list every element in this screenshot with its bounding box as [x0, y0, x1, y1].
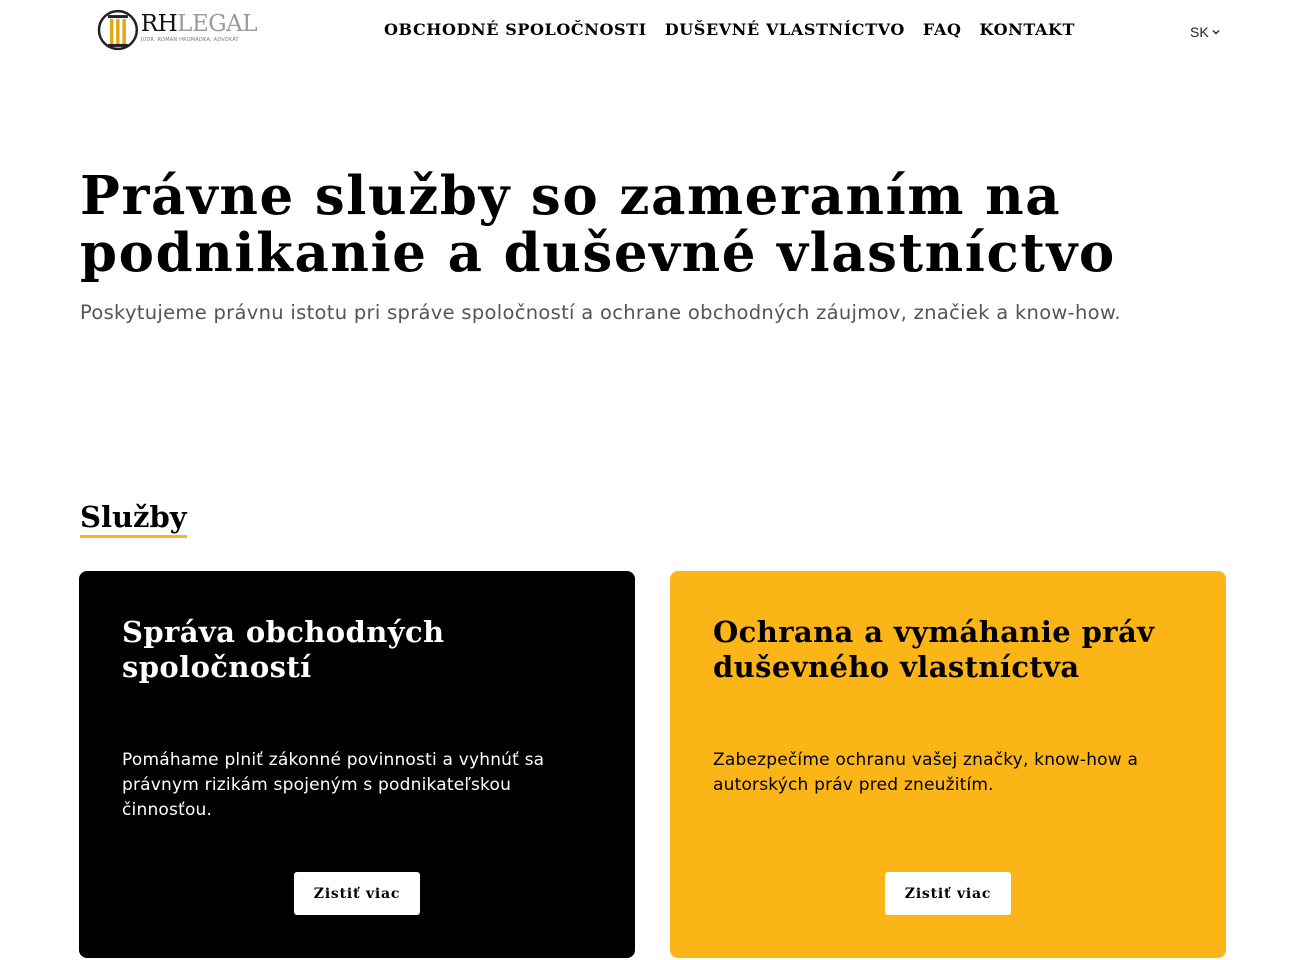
logo[interactable]: RHLEGAL JUDR. ROMAN HROMÁDKA, ADVOKÁT	[97, 8, 257, 56]
service-card-companies: Správa obchodných spoločností Pomáhame p…	[79, 571, 635, 958]
nav-item-companies[interactable]: OBCHODNÉ SPOLOČNOSTI	[384, 20, 647, 39]
logo-rh: RH	[140, 11, 178, 37]
service-card-intellectual-property: Ochrana a vymáhanie práv duševného vlast…	[670, 571, 1226, 958]
logo-legal: LEGAL	[177, 11, 257, 37]
learn-more-button[interactable]: Zistiť viac	[885, 872, 1011, 915]
hero-title: Právne služby so zameraním na podnikanie…	[80, 165, 1116, 284]
language-label: SK	[1190, 24, 1209, 40]
service-card-text: Pomáhame plniť zákonné povinnosti a vyhn…	[122, 750, 545, 820]
learn-more-button[interactable]: Zistiť viac	[294, 872, 420, 915]
nav-item-contact[interactable]: KONTAKT	[980, 20, 1076, 39]
logo-wordmark: RHLEGAL	[140, 11, 258, 37]
logo-text: RHLEGAL JUDR. ROMAN HROMÁDKA, ADVOKÁT	[140, 11, 258, 43]
nav-item-faq[interactable]: FAQ	[923, 20, 962, 39]
services-heading: Služby	[80, 500, 187, 538]
column-pillar-icon	[97, 9, 139, 51]
hero-subtitle: Poskytujeme právnu istotu pri správe spo…	[80, 301, 1121, 324]
main-nav: OBCHODNÉ SPOLOČNOSTI DUŠEVNÉ VLASTNÍCTVO…	[384, 20, 1075, 39]
language-selector[interactable]: SK	[1190, 24, 1220, 40]
service-card-title: Správa obchodných spoločností	[122, 615, 445, 684]
service-card-title: Ochrana a vymáhanie práv duševného vlast…	[713, 615, 1155, 684]
logo-tagline: JUDR. ROMAN HROMÁDKA, ADVOKÁT	[140, 37, 239, 43]
service-card-text: Zabezpečíme ochranu vašej značky, know-h…	[713, 750, 1139, 795]
nav-item-intellectual-property[interactable]: DUŠEVNÉ VLASTNÍCTVO	[665, 20, 905, 39]
chevron-down-icon	[1212, 30, 1220, 35]
